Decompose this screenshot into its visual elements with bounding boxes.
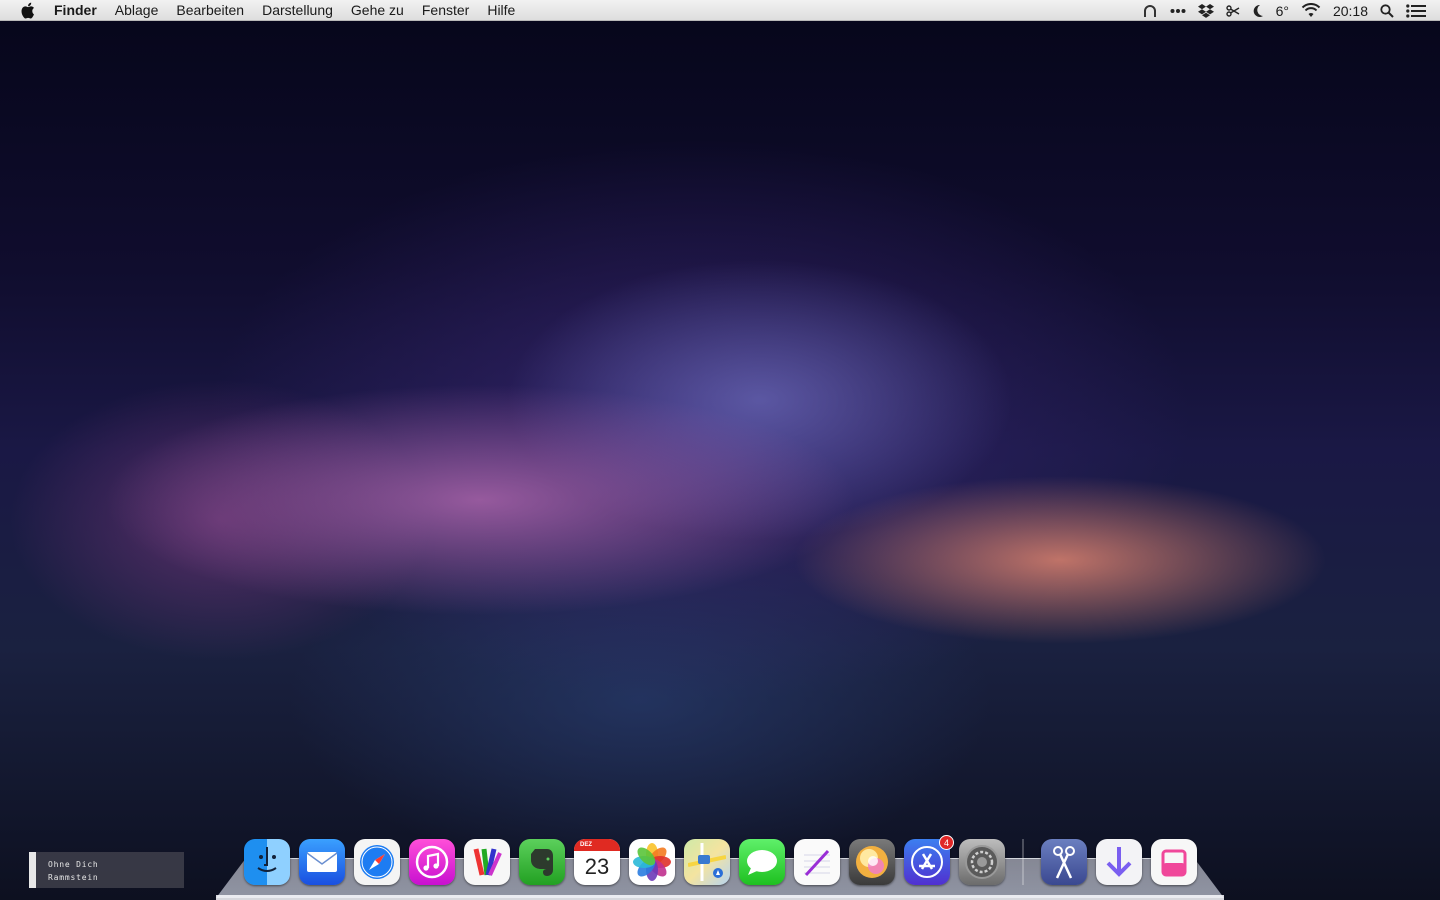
scissors-icon[interactable] xyxy=(1225,0,1240,21)
now-playing-title: Ohne Dich xyxy=(48,860,99,869)
menu-hilfe[interactable]: Hilfe xyxy=(487,0,515,21)
dock-evernote-icon[interactable] xyxy=(519,839,565,885)
dock-safari-icon[interactable] xyxy=(354,839,400,885)
spotlight-search-icon[interactable] xyxy=(1380,0,1394,21)
dock-scissors-app-icon[interactable] xyxy=(1041,839,1087,885)
menu-darstellung[interactable]: Darstellung xyxy=(262,0,333,21)
more-icon[interactable] xyxy=(1170,0,1186,21)
dock-itunes-icon[interactable] xyxy=(409,839,455,885)
dock-app-store-icon[interactable]: 4 xyxy=(904,835,954,885)
notification-center-icon[interactable] xyxy=(1406,0,1426,21)
dock-maps-icon[interactable] xyxy=(684,839,730,885)
menu-app-finder[interactable]: Finder xyxy=(54,0,97,21)
desktop-wallpaper xyxy=(0,0,1440,900)
dock-edge xyxy=(216,895,1224,900)
menu-extras: 6° 20:18 xyxy=(1142,0,1426,21)
dock-downloads-icon[interactable] xyxy=(1096,839,1142,885)
dock-trash-icon[interactable] xyxy=(1151,839,1197,885)
menu-bar: Finder Ablage Bearbeiten Darstellung Geh… xyxy=(0,0,1440,21)
menu-ablage[interactable]: Ablage xyxy=(115,0,159,21)
menu-gehe-zu[interactable]: Gehe zu xyxy=(351,0,404,21)
time-machine-icon[interactable] xyxy=(1142,0,1158,21)
apple-menu-icon[interactable] xyxy=(18,1,36,19)
dock-finder-icon[interactable] xyxy=(244,839,290,885)
dock-messages-icon[interactable] xyxy=(739,839,785,885)
dock-photos-icon[interactable] xyxy=(629,839,675,885)
now-playing-artist: Rammstein xyxy=(48,873,99,882)
menu-bearbeiten[interactable]: Bearbeiten xyxy=(176,0,244,21)
dock-game-center-icon[interactable] xyxy=(849,839,895,885)
temperature-label[interactable]: 6° xyxy=(1276,3,1289,19)
calendar-month-label: DEZ xyxy=(580,842,592,848)
dock-system-preferences-icon[interactable] xyxy=(959,839,1005,885)
moon-icon[interactable] xyxy=(1252,0,1264,21)
dock-creative-icon[interactable] xyxy=(464,839,510,885)
wifi-icon[interactable] xyxy=(1301,0,1321,21)
dock: DEZ 23 4 xyxy=(244,835,1197,885)
menu-fenster[interactable]: Fenster xyxy=(422,0,469,21)
dock-calendar-icon[interactable]: DEZ 23 xyxy=(574,839,620,885)
calendar-day-label: 23 xyxy=(584,854,610,879)
dropbox-icon[interactable] xyxy=(1197,0,1214,21)
now-playing-widget[interactable]: Ohne Dich Rammstein xyxy=(29,852,184,888)
now-playing-accent-bar xyxy=(29,852,36,888)
app-store-update-badge: 4 xyxy=(939,835,954,850)
clock-label[interactable]: 20:18 xyxy=(1333,3,1368,19)
dock-separator xyxy=(1022,839,1024,885)
dock-mail-icon[interactable] xyxy=(299,839,345,885)
dock-notes-icon[interactable] xyxy=(794,839,840,885)
